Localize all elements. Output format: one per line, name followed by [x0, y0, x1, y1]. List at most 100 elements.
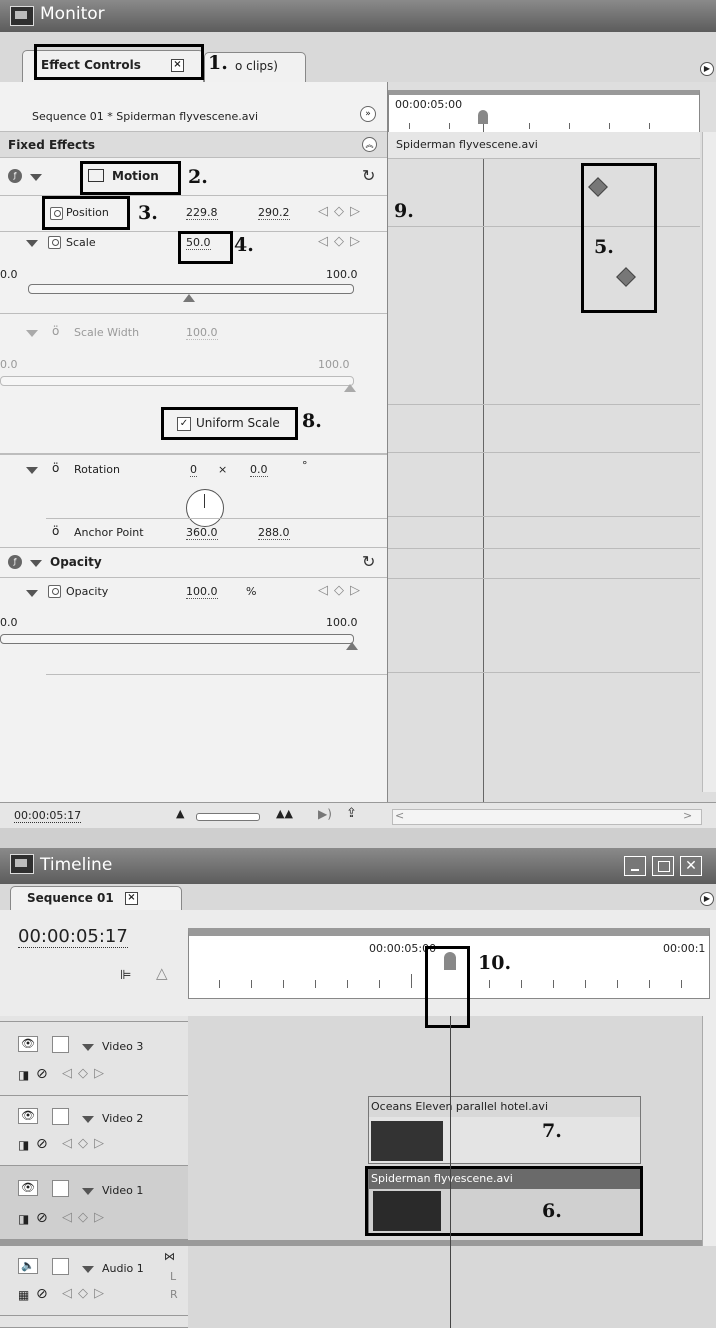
clip-oceans-eleven[interactable]: Oceans Eleven parallel hotel.avi: [368, 1096, 641, 1164]
rotation-stopwatch-icon[interactable]: ö: [52, 461, 59, 475]
callout-1-box: [34, 44, 204, 80]
rotation-expand-icon[interactable]: [26, 467, 38, 474]
position-x-value[interactable]: 229.8: [186, 206, 218, 220]
track-video-3-eye-icon[interactable]: 👁: [18, 1036, 38, 1052]
mini-playhead-icon[interactable]: [478, 110, 488, 124]
callout-7-label: 7.: [542, 1120, 562, 1142]
track-video-3-toggle-icon[interactable]: ⊘: [36, 1066, 48, 1082]
scale-max: 100.0: [326, 268, 358, 281]
track-video-3-keyframe-nav[interactable]: ◁◇▷: [62, 1066, 110, 1081]
track-audio-1-expand-icon[interactable]: [82, 1266, 94, 1273]
callout-8-box: [161, 407, 298, 440]
scale-expand-icon[interactable]: [26, 240, 38, 247]
track-video-2-lock-box[interactable]: [52, 1108, 69, 1125]
opacity-slider[interactable]: [0, 634, 354, 644]
scale-slider-thumb[interactable]: [183, 294, 195, 302]
timeline-vscroll[interactable]: [702, 1016, 716, 1246]
track-audio-1-toggle-icon[interactable]: ⊘: [36, 1286, 48, 1302]
track-video-2-eye-icon[interactable]: 👁: [18, 1108, 38, 1124]
zoom-out-icon[interactable]: ▲: [176, 807, 184, 820]
snap-icon[interactable]: ⊫: [120, 968, 131, 983]
timeline-current-timecode[interactable]: 00:00:05:17: [18, 926, 128, 948]
track-audio-1-keyframe-nav[interactable]: ◁◇▷: [62, 1286, 110, 1301]
opacity-stopwatch-icon[interactable]: [48, 585, 61, 598]
close-button[interactable]: ✕: [680, 856, 702, 876]
callout-2-box: [80, 161, 181, 195]
track-video-2-expand-icon[interactable]: [82, 1116, 94, 1123]
opacity-value[interactable]: 100.0: [186, 585, 218, 599]
zoom-slider[interactable]: [196, 813, 260, 821]
footer-timecode[interactable]: 00:00:05:17: [14, 809, 82, 823]
position-keyframe-navigator[interactable]: ◁◇▷: [318, 204, 366, 219]
opacity-slider-thumb[interactable]: [346, 642, 358, 650]
opacity-keyframe-navigator[interactable]: ◁◇▷: [318, 583, 366, 598]
track-video-2-display-icon[interactable]: ◨: [18, 1138, 29, 1152]
reset-icon[interactable]: ↻: [362, 166, 375, 185]
minimize-button[interactable]: [624, 856, 646, 876]
track-video-1-toggle-icon[interactable]: ⊘: [36, 1210, 48, 1226]
track-video-3-expand-icon[interactable]: [82, 1044, 94, 1051]
mini-hscroll[interactable]: < >: [392, 809, 702, 825]
mini-row-line-2: [388, 404, 700, 405]
track-video-1-display-icon[interactable]: ◨: [18, 1212, 29, 1226]
timeline-titlebar: Timeline ✕: [0, 848, 716, 884]
mini-ruler: 00:00:05:00: [388, 90, 700, 134]
track-video-1-lock-box[interactable]: [52, 1180, 69, 1197]
sequence-clip-row: Sequence 01 * Spiderman flyvescene.avi »: [0, 82, 387, 132]
motion-expand-icon[interactable]: [30, 174, 42, 181]
track-audio-1-lock-box[interactable]: [52, 1258, 69, 1275]
panel-menu-icon[interactable]: ▶: [700, 62, 714, 76]
callout-9-label: 9.: [394, 200, 414, 222]
track-video-3-display-icon[interactable]: ◨: [18, 1068, 29, 1082]
track-video-1-keyframe-nav[interactable]: ◁◇▷: [62, 1210, 110, 1225]
opacity-fx-toggle-icon[interactable]: ƒ: [8, 555, 22, 569]
timeline-panel-menu-icon[interactable]: ▶: [700, 892, 714, 906]
track-video-2-toggle-icon[interactable]: ⊘: [36, 1136, 48, 1152]
track-audio-1-label: Audio 1: [102, 1262, 144, 1275]
track-audio-1-waveform-icon[interactable]: ▦: [18, 1288, 29, 1302]
mini-row-line-4: [388, 516, 700, 517]
opacity-expand-icon[interactable]: [26, 590, 38, 597]
anchor-point-x-value[interactable]: 360.0: [186, 526, 218, 540]
fx-toggle-icon[interactable]: ƒ: [8, 169, 22, 183]
show-timeline-toggle-icon[interactable]: »: [360, 106, 376, 122]
opacity-section-expand-icon[interactable]: [30, 560, 42, 567]
collapse-icon[interactable]: ︽: [362, 137, 377, 152]
rotation-degrees-value[interactable]: 0.0: [250, 463, 268, 477]
timeline-title: Timeline: [40, 855, 113, 875]
position-y-value[interactable]: 290.2: [258, 206, 290, 220]
track-video-2-keyframe-nav[interactable]: ◁◇▷: [62, 1136, 110, 1151]
track-video-3-lock-box[interactable]: [52, 1036, 69, 1053]
anchor-point-row: ö Anchor Point 360.0 288.0: [0, 518, 387, 548]
scale-keyframe-navigator[interactable]: ◁◇▷: [318, 234, 366, 249]
rotation-turns-value[interactable]: 0: [190, 463, 197, 477]
play-audio-icon[interactable]: ▶): [318, 807, 332, 821]
scale-width-value: 100.0: [186, 326, 218, 340]
scale-width-expand-icon[interactable]: [26, 330, 38, 337]
track-video-1-expand-icon[interactable]: [82, 1188, 94, 1195]
zoom-in-icon[interactable]: ▲▲: [276, 807, 293, 820]
scale-min: 0.0: [0, 268, 18, 281]
track-video-3-header: 👁 Video 3 ◨ ⊘ ◁◇▷: [0, 1022, 188, 1096]
callout-6-label: 6.: [542, 1200, 562, 1222]
mini-vscroll[interactable]: [702, 132, 716, 792]
set-marker-icon[interactable]: △: [156, 964, 168, 982]
anchor-point-y-value[interactable]: 288.0: [258, 526, 290, 540]
scale-stopwatch-icon[interactable]: [48, 236, 61, 249]
tab-sequence-01[interactable]: Sequence 01 ×: [10, 886, 182, 911]
track-video-1-eye-icon[interactable]: 👁: [18, 1180, 38, 1196]
callout-8-label: 8.: [302, 410, 322, 432]
anchor-point-stopwatch-icon[interactable]: ö: [52, 524, 59, 538]
track-audio-1-mute-icon[interactable]: ⋈: [164, 1250, 175, 1263]
export-icon[interactable]: ⇪: [346, 806, 357, 821]
sequence-close-icon[interactable]: ×: [125, 892, 138, 905]
maximize-button[interactable]: [652, 856, 674, 876]
callout-4-box: [178, 231, 233, 264]
anchor-point-label: Anchor Point: [74, 526, 144, 539]
scale-slider[interactable]: [28, 284, 354, 294]
opacity-reset-icon[interactable]: ↻: [362, 552, 375, 571]
opacity-label: Opacity: [66, 585, 109, 598]
track-video-1-header: 👁 Video 1 ◨ ⊘ ◁◇▷: [0, 1166, 188, 1240]
track-audio-1-speaker-icon[interactable]: 🔈: [18, 1258, 38, 1274]
rotation-row: ö Rotation 0 × 0.0 °: [0, 455, 387, 527]
